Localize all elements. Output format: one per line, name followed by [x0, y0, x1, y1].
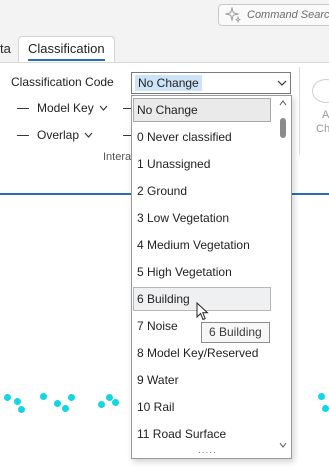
dropdown-option[interactable]: 9 Water: [133, 368, 271, 392]
point: [68, 394, 75, 401]
point: [14, 398, 21, 405]
classification-code-value: No Change: [135, 75, 202, 91]
dropdown-option[interactable]: 11 Road Surface: [133, 422, 271, 446]
model-key-button[interactable]: Model Key: [17, 101, 108, 115]
ribbon-tabs: ta Classification: [0, 36, 329, 62]
classification-code-label: Classification Code: [11, 75, 114, 89]
overlap-button[interactable]: Overlap: [17, 128, 93, 142]
line-icon: [17, 134, 29, 136]
line-icon: [17, 107, 29, 109]
dropdown-option[interactable]: 4 Medium Vegetation: [133, 233, 271, 257]
overlap-label: Overlap: [37, 128, 80, 142]
resize-grip[interactable]: .....: [198, 445, 217, 456]
dropdown-option[interactable]: No Change: [133, 98, 271, 122]
model-key-label: Model Key: [37, 101, 94, 115]
dropdown-option[interactable]: 10 Rail: [133, 395, 271, 419]
chevron-down-icon: [84, 132, 93, 138]
point: [98, 401, 105, 408]
apply-icon[interactable]: [312, 79, 329, 103]
sparkle-icon: [225, 7, 241, 23]
group-separator: [299, 67, 300, 155]
dropdown-scrollbar[interactable]: [277, 98, 289, 450]
command-search-placeholder: Command Search: [247, 9, 329, 21]
dropdown-option[interactable]: 2 Ground: [133, 179, 271, 203]
item-tooltip: 6 Building: [201, 322, 270, 343]
top-bar: Command Search: [0, 0, 329, 36]
point: [322, 405, 329, 412]
scroll-up-icon[interactable]: [279, 100, 287, 106]
chevron-down-icon: [277, 80, 287, 86]
mouse-pointer-icon: [196, 302, 209, 321]
command-search[interactable]: Command Search: [218, 4, 329, 26]
point: [318, 393, 325, 400]
point: [62, 405, 69, 412]
scrollbar-thumb[interactable]: [280, 118, 286, 138]
tab-classification[interactable]: Classification: [18, 36, 115, 62]
side-button-label-a: A: [322, 109, 329, 121]
point: [54, 400, 61, 407]
scroll-down-icon[interactable]: [279, 442, 287, 448]
dropdown-option[interactable]: 8 Model Key/Reserved: [133, 341, 271, 365]
dropdown-option[interactable]: 5 High Vegetation: [133, 260, 271, 284]
side-button-label-ch: Ch: [316, 123, 329, 135]
classification-code-dropdown[interactable]: No Change 0 Never classified 1 Unassigned 2…: [131, 95, 292, 459]
point: [112, 399, 119, 406]
group-label-interactive: Intera: [103, 151, 132, 163]
point: [40, 393, 47, 400]
dropdown-option[interactable]: 1 Unassigned: [133, 152, 271, 176]
dropdown-option[interactable]: 3 Low Vegetation: [133, 206, 271, 230]
tab-data[interactable]: ta: [0, 41, 11, 56]
point: [4, 394, 11, 401]
chevron-down-icon: [99, 105, 108, 111]
dropdown-option[interactable]: 0 Never classified: [133, 125, 271, 149]
classification-code-select[interactable]: No Change: [131, 72, 291, 94]
point: [18, 406, 25, 413]
